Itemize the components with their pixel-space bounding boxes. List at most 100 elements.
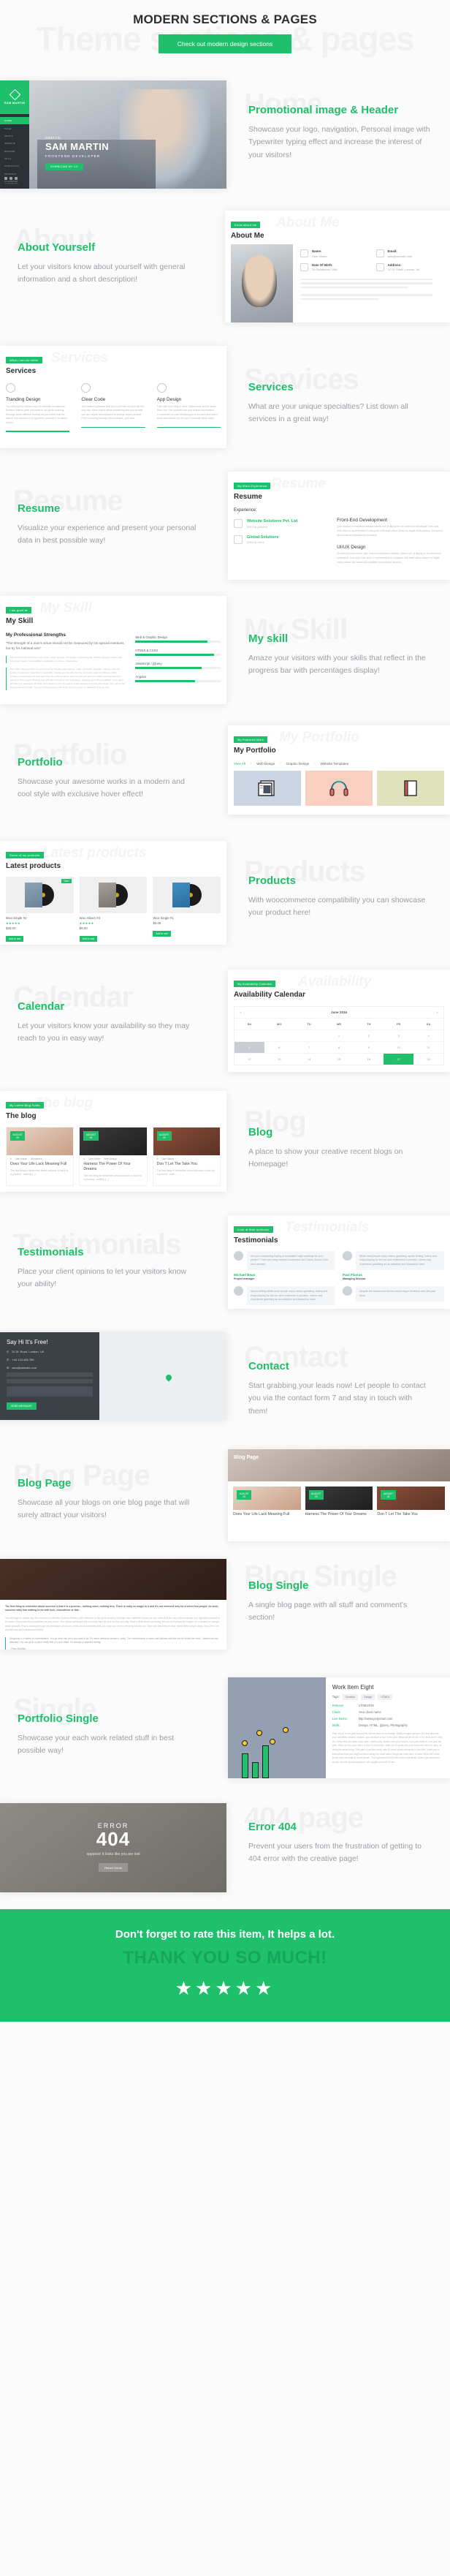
day-cell[interactable]: 13 — [264, 1053, 294, 1065]
mock-nav-item-skill[interactable]: SKILL — [0, 155, 29, 162]
blogsingle-mockup[interactable]: The first thing to remember about succes… — [0, 1559, 226, 1650]
next-month-button[interactable]: › — [436, 1011, 438, 1014]
product-card[interactable]: Woo Single #1 $3.00 Add to cart — [153, 877, 221, 943]
mock-nav-item-home[interactable]: HOME — [0, 117, 29, 125]
download-cv-button[interactable]: DOWNLOAD MY CV — [45, 163, 83, 170]
add-to-cart-button[interactable]: Add to cart — [153, 930, 171, 937]
skill-mockup[interactable]: My Skill I am good at My Skill My Profes… — [0, 596, 226, 704]
tag[interactable]: HTML5 — [378, 1694, 393, 1700]
tag[interactable]: Creative — [342, 1694, 359, 1700]
blog-title[interactable]: Does Your Life Lack Meaning Full — [233, 1510, 301, 1517]
filter-website-templates[interactable]: Website Templates — [320, 762, 348, 766]
day-cell[interactable]: 15 — [324, 1053, 354, 1065]
blog-mockup[interactable]: The blog My Latest Blog Posts The blog A… — [0, 1091, 226, 1192]
day-cell[interactable] — [234, 1030, 264, 1041]
day-cell[interactable]: 12 — [234, 1053, 264, 1065]
portfolio-filters[interactable]: View All / Web Design / Graphic Design / We… — [234, 762, 444, 766]
header-mockup[interactable]: SAM MARTIN HOME PAGE ABOUT SERVICE RESUM… — [0, 80, 226, 189]
calendar-week-1[interactable]: 1 2 3 4 — [234, 1030, 443, 1041]
mock-nav-item-blog[interactable]: BLOG — [0, 185, 29, 189]
day-cell[interactable]: 7 — [294, 1041, 324, 1053]
day-cell[interactable]: 14 — [294, 1053, 324, 1065]
day-cell-available[interactable]: 17 — [384, 1053, 414, 1065]
day-cell[interactable]: 16 — [354, 1053, 384, 1065]
mock-nav-item-page[interactable]: PAGE — [0, 124, 29, 132]
tag[interactable]: Design — [361, 1694, 375, 1700]
error404-mockup[interactable]: ERROR 404 opppsss! it looks like you are… — [0, 1803, 226, 1892]
skill-bars: Web & Graphic Design HTML5 & CSS3 JavaSc… — [135, 635, 221, 690]
mock-nav-item-resume[interactable]: RESUME — [0, 148, 29, 155]
resume-mockup[interactable]: Resume My Work Experience Resume Experie… — [228, 472, 450, 580]
portfolio-tile[interactable] — [234, 771, 301, 806]
day-cell[interactable]: 9 — [354, 1041, 384, 1053]
filter-web-design[interactable]: Web Design — [256, 762, 275, 766]
contact-email-input[interactable] — [7, 1379, 94, 1383]
product-card[interactable]: Sale! Woo Single #2 ★★★★★ $30.00 Add to … — [6, 877, 74, 943]
day-cell[interactable] — [294, 1030, 324, 1041]
blogpage-card[interactable]: AUGUST 09 Don T Let The Take You — [377, 1487, 446, 1517]
blog-title[interactable]: Does Your Life Lack Meaning Full — [7, 1160, 73, 1167]
filter-graphic-design[interactable]: Graphic Design — [286, 762, 310, 766]
product-card[interactable]: Woo Album #4 ★★★★★ $9.00 Add to cart — [79, 877, 148, 943]
contact-mockup[interactable]: Say Hi It's Free! ⚲ 24 St. Road, London, … — [0, 1332, 226, 1420]
calendar-week-2[interactable]: 5 6 7 8 9 10 11 — [234, 1041, 443, 1053]
day-cell[interactable]: 10 — [384, 1041, 414, 1053]
day-cell[interactable]: 18 — [413, 1053, 443, 1065]
meta-value: Design, HTML, jQuery, Photography — [358, 1723, 408, 1727]
linkedin-icon[interactable] — [15, 177, 18, 180]
testimonials-mockup[interactable]: Testimonials Look at their opinions! Tes… — [228, 1215, 450, 1309]
availability-calendar[interactable]: ‹ June 2016 › SU MO TU WE TH FR SA 1 2 3… — [234, 1006, 444, 1065]
return-home-button[interactable]: Return Home — [99, 1863, 128, 1873]
day-cell[interactable]: 6 — [264, 1041, 294, 1053]
contact-name-input[interactable] — [7, 1372, 94, 1377]
calendar-mockup[interactable]: Availability My Availability Calendar Av… — [228, 970, 450, 1072]
day-cell[interactable] — [264, 1030, 294, 1041]
mock-nav-item-service[interactable]: SERVICE — [0, 140, 29, 147]
blogpage-card[interactable]: AUGUST 09 Does Your Life Lack Meaning Ful… — [233, 1487, 301, 1517]
portfolio-tile[interactable] — [377, 771, 444, 806]
meta-value[interactable]: http://www.projecturl.com — [359, 1717, 393, 1721]
day-cell[interactable]: 1 — [324, 1030, 354, 1041]
add-to-cart-button[interactable]: Add to cart — [79, 935, 98, 943]
portfolio-tile[interactable] — [305, 771, 373, 806]
day-cell[interactable]: 4 — [413, 1030, 443, 1041]
contact-map[interactable] — [99, 1332, 226, 1420]
contact-message-input[interactable] — [7, 1386, 94, 1397]
facebook-icon[interactable] — [4, 177, 7, 180]
blogpage-mockup[interactable]: Blog Page AUGUST 09 Does Your Life Lack M… — [228, 1449, 450, 1541]
blog-card[interactable]: AUGUST 09 5 Sam Martin Wordpress Does You… — [6, 1127, 75, 1186]
rating-stars[interactable]: ★★★★★ — [0, 1977, 450, 2000]
blog-title[interactable]: Don T Let The Take You — [377, 1510, 445, 1517]
service-card[interactable]: Tranding Design You will begin to realis… — [6, 383, 70, 432]
day-cell[interactable]: 2 — [354, 1030, 384, 1041]
blog-card[interactable]: AUGUST 09 6 Sam Martin Don T Let The Take… — [152, 1127, 221, 1186]
services-mockup[interactable]: Services What i can do better Services T… — [0, 346, 226, 448]
blog-card[interactable]: AUGUST 09 6 Sam Martin Web Design Harness… — [79, 1127, 148, 1186]
add-to-cart-button[interactable]: Add to cart — [6, 935, 24, 943]
day-cell[interactable]: 11 — [413, 1041, 443, 1053]
about-mockup[interactable]: About Me Know about me About Me Name: Sa… — [225, 211, 450, 322]
blog-title[interactable]: Don T Let The Take You — [153, 1160, 220, 1167]
blogpage-card[interactable]: AUGUST 09 Harness The Power Of Your Dream… — [305, 1487, 373, 1517]
send-message-button[interactable]: SEND MESSAGE — [7, 1402, 37, 1410]
service-card[interactable]: Clear Code Two distinct pathways that yo… — [81, 383, 145, 432]
mock-nav-item-portfolio[interactable]: PORTFOLIO — [0, 162, 29, 170]
twitter-icon[interactable] — [9, 177, 12, 180]
mock-sidebar[interactable]: SAM MARTIN HOME PAGE ABOUT SERVICE RESUM… — [0, 80, 29, 189]
check-sections-button[interactable]: Check out modern design sections — [158, 34, 292, 53]
filter-view-all[interactable]: View All — [234, 762, 245, 766]
prev-month-button[interactable]: ‹ — [240, 1011, 242, 1014]
day-cell[interactable]: 3 — [384, 1030, 414, 1041]
service-card[interactable]: App Design Then with that thing in mind,… — [156, 383, 221, 432]
day-cell[interactable]: 8 — [324, 1041, 354, 1053]
blog-title[interactable]: Harness The Power Of Your Dreams — [305, 1510, 373, 1517]
products-mockup[interactable]: Latest products Some of my products Late… — [0, 841, 226, 945]
portfolio-mockup[interactable]: My Portfolio My Featured Work My Portfol… — [228, 725, 450, 815]
day-cell-unavailable[interactable]: 5 — [234, 1041, 264, 1053]
theme-preview-page: Theme sections & pages MODERN SECTIONS &… — [0, 0, 450, 2022]
blog-title[interactable]: Harness The Power Of Your Dreams — [80, 1160, 146, 1172]
portfoliosingle-mockup[interactable]: Work Item Eight Tags: Creative Design HT… — [228, 1677, 450, 1778]
calendar-week-3[interactable]: 12 13 14 15 16 17 18 — [234, 1053, 443, 1065]
mock-nav-item-about[interactable]: ABOUT — [0, 132, 29, 140]
social-icons[interactable] — [4, 177, 18, 180]
